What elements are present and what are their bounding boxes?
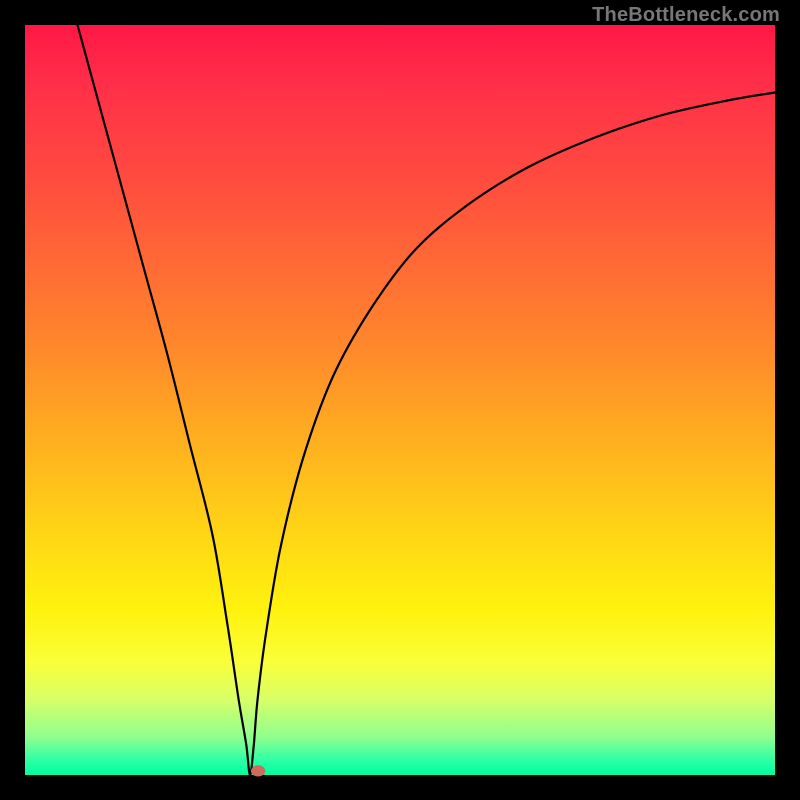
figure-root: TheBottleneck.com: [0, 0, 800, 800]
bottleneck-curve: [25, 25, 775, 775]
plot-area: [25, 25, 775, 775]
watermark-text: TheBottleneck.com: [592, 4, 780, 27]
minimum-marker: [251, 766, 265, 777]
